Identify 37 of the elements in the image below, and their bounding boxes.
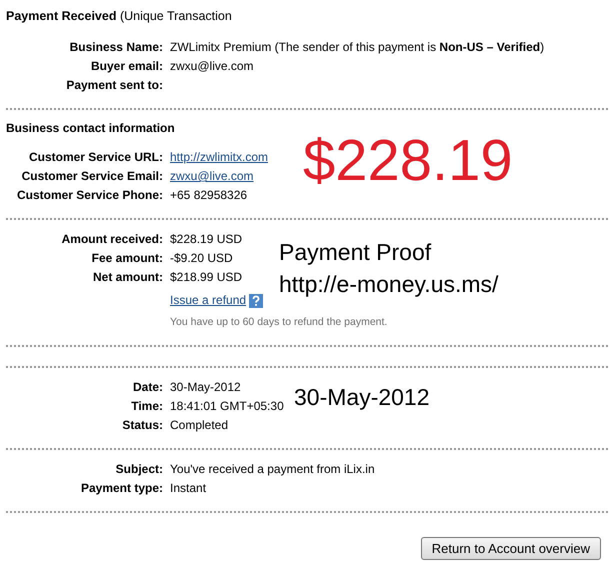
- field-label: Customer Service Phone:: [16, 188, 163, 203]
- caption-annotation: Payment Proof: [279, 238, 432, 266]
- field-value: You've received a payment from iLix.in: [170, 462, 375, 477]
- field-label: Fee amount:: [90, 251, 163, 266]
- caption-annotation: http://e-money.us.ms/: [279, 270, 498, 298]
- field-value: -$9.20 USD: [170, 251, 233, 266]
- field-value: zwxu@live.com: [170, 59, 254, 74]
- field-value: Completed: [170, 418, 228, 433]
- field-value: 30-May-2012: [170, 380, 241, 395]
- field-value: $228.19 USD: [170, 232, 242, 247]
- refund-link[interactable]: Issue a refund: [170, 293, 246, 308]
- field-value: $218.99 USD: [170, 270, 242, 285]
- field-label: Payment sent to:: [65, 78, 163, 93]
- caption-annotation: 30-May-2012: [294, 383, 430, 411]
- field-value: 18:41:01 GMT+05:30: [170, 399, 284, 414]
- field-label: Buyer email:: [90, 59, 163, 74]
- field-value: +65 82958326: [170, 188, 248, 203]
- help-icon[interactable]: [249, 294, 264, 308]
- field-label: Customer Service URL:: [28, 150, 163, 165]
- field-label: Time:: [130, 399, 163, 414]
- field-link[interactable]: http://zwlimitx.com: [170, 150, 268, 165]
- page-title: Payment Received (Unique Transaction: [5, 8, 233, 25]
- field-label: Status:: [121, 418, 163, 433]
- section-heading: Business contact information: [6, 120, 176, 136]
- field-value: ZWLimitx Premium (The sender of this payment is Non-US – Verified): [170, 40, 544, 55]
- amount-annotation: $228.19: [303, 128, 513, 194]
- field-label: Net amount:: [92, 270, 163, 285]
- field-label: Business Name:: [68, 40, 163, 55]
- field-label: Customer Service Email:: [20, 169, 163, 184]
- field-label: Date:: [132, 380, 163, 395]
- refund-note: You have up to 60 days to refund the payment.: [170, 315, 388, 330]
- field-label: Amount received:: [60, 232, 163, 247]
- field-label: Payment type:: [80, 481, 163, 496]
- field-label: Subject:: [114, 462, 163, 477]
- return-button[interactable]: Return to Account overview: [420, 537, 601, 560]
- field-value: Instant: [170, 481, 206, 496]
- field-link[interactable]: zwxu@live.com: [170, 169, 254, 184]
